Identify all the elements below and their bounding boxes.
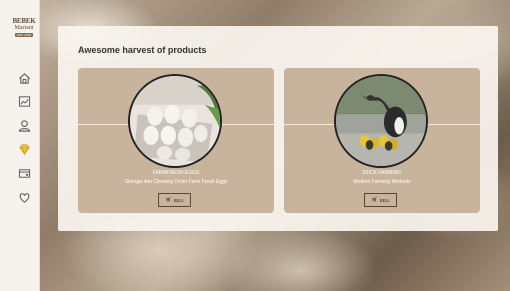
sidebar-item-home[interactable] bbox=[18, 72, 31, 85]
brand-tag: EST. 2018 bbox=[15, 33, 33, 37]
brand-line1: BEBEK bbox=[12, 17, 36, 25]
home-icon bbox=[19, 73, 30, 84]
products-panel: Awesome harvest of products FARMFRESH EG… bbox=[58, 26, 498, 231]
sidebar-item-favorites[interactable] bbox=[18, 191, 31, 204]
product-description: Storage dan Cleaning Order Farm Fresh Eg… bbox=[124, 179, 228, 185]
product-name: FARMFRESH EGGS bbox=[152, 170, 200, 176]
chart-icon bbox=[18, 96, 31, 107]
user-icon bbox=[18, 120, 31, 132]
brand-logo[interactable]: BEBEK Mariani EST. 2018 bbox=[12, 18, 36, 40]
sidebar-item-dashboard[interactable] bbox=[18, 95, 31, 108]
product-card-eggs: FARMFRESH EGGS Storage dan Cleaning Orde… bbox=[78, 68, 274, 213]
sidebar-item-wallet[interactable] bbox=[18, 167, 31, 180]
sidebar-item-products[interactable] bbox=[18, 143, 31, 156]
product-name: DUCK FARMING bbox=[362, 170, 402, 176]
product-description: Modern Farming Methods bbox=[353, 179, 411, 185]
cart-icon: 🛒︎ bbox=[165, 197, 172, 203]
cart-icon: 🛒︎ bbox=[371, 197, 378, 203]
buy-button[interactable]: 🛒︎ BELI bbox=[158, 193, 191, 207]
buy-button-label: BELI bbox=[379, 197, 390, 203]
eggs-tray-image bbox=[128, 74, 222, 168]
duck-and-ducklings-image bbox=[334, 74, 428, 168]
product-card-ducks: DUCK FARMING Modern Farming Methods 🛒︎ B… bbox=[284, 68, 480, 213]
buy-button[interactable]: 🛒︎ BELI bbox=[364, 193, 397, 207]
buy-button-label: BELI bbox=[173, 197, 184, 203]
heart-icon bbox=[19, 193, 30, 203]
sidebar-item-profile[interactable] bbox=[18, 119, 31, 132]
sidebar: BEBEK Mariani EST. 2018 bbox=[0, 0, 40, 291]
card-icon bbox=[18, 169, 31, 178]
page-title: Awesome harvest of products bbox=[78, 45, 207, 55]
diamond-icon bbox=[19, 144, 30, 156]
brand-line2: Mariani bbox=[14, 25, 34, 31]
